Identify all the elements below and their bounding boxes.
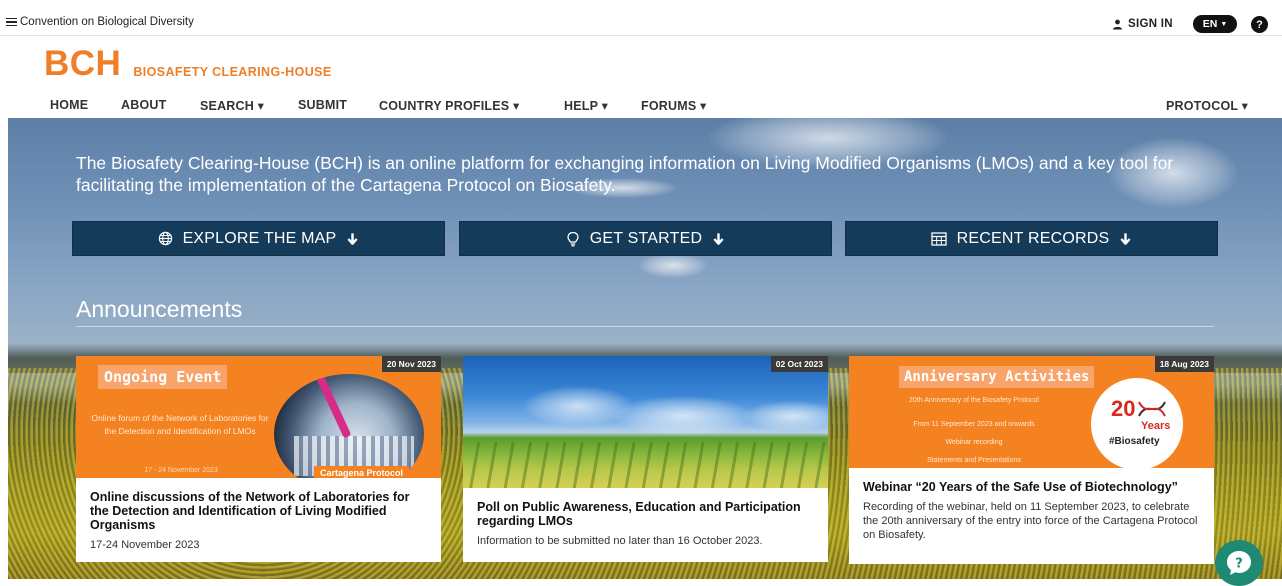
sign-in-label: SIGN IN [1128,18,1173,30]
card-image-line: 20th Anniversary of the Biosafety Protoc… [909,397,1039,404]
language-dropdown[interactable]: EN ▼ [1193,15,1237,33]
nav-home[interactable]: HOME [50,98,88,112]
nav-submit[interactable]: SUBMIT [298,98,347,112]
sign-in-link[interactable]: SIGN IN [1112,18,1173,30]
cloud [743,401,828,431]
nav-about[interactable]: ABOUT [121,98,166,112]
card-image-footer: 17 - 24 November 2023 [144,467,218,474]
top-bar: Convention on Biological Diversity SIGN … [0,0,1282,36]
anniversary-logo: 20 Years #Biosafety [1091,378,1183,468]
main-nav: HOME ABOUT SEARCH ▾ SUBMIT COUNTRY PROFI… [0,94,1282,118]
logo-number: 20 [1111,396,1136,421]
card-date: 02 Oct 2023 [770,356,828,372]
nav-help[interactable]: HELP ▾ [564,98,608,113]
logo-years: Years [1141,420,1171,432]
card-date: 18 Aug 2023 [1154,356,1214,372]
card-image-line: From 11 September 2023 and onwards [913,421,1035,428]
announcements-divider [76,326,1214,327]
hamburger-icon [6,17,17,27]
card-title[interactable]: Poll on Public Awareness, Education and … [477,500,814,528]
user-icon [1112,19,1123,30]
hero-intro: The Biosafety Clearing-House (BCH) is an… [76,153,1174,195]
help-label: ? [1256,18,1263,31]
lightbulb-icon [567,231,579,246]
globe-icon [158,231,172,246]
cloud [613,396,753,436]
arrow-down-icon [1120,232,1131,245]
table-icon [930,231,947,246]
announcement-card-1[interactable]: Ongoing Event Online forum of the Networ… [76,356,441,562]
site-logo[interactable]: BCH BIOSAFETY CLEARING-HOUSE [44,46,332,82]
chat-help-button[interactable]: ? [1215,540,1263,586]
caret-down-icon: ▼ [1220,20,1228,28]
card-text: 17-24 November 2023 [90,539,200,551]
chat-question-icon: ? [1227,551,1251,575]
arrow-down-icon [713,232,724,245]
arrow-down-icon [347,232,358,245]
logo-bch: BCH [44,44,122,83]
nav-forums[interactable]: FORUMS ▾ [641,98,707,113]
ongoing-event-badge: Ongoing Event [98,365,228,389]
nav-search[interactable]: SEARCH ▾ [200,98,264,113]
cbd-menu-link[interactable]: Convention on Biological Diversity [6,16,194,28]
card-title[interactable]: Online discussions of the Network of Lab… [90,490,427,532]
lab-photo [274,374,424,478]
svg-text:?: ? [1235,557,1243,572]
cartagena-label: Cartagena Protocol [314,466,410,478]
card-image-anniversary[interactable]: Anniversary Activities 20th Anniversary … [849,356,1214,468]
card-image-line: Statements and Presentations [927,457,1021,464]
get-started-label: GET STARTED [589,229,703,247]
explore-map-button[interactable]: EXPLORE THE MAP [72,221,445,256]
announcement-card-3[interactable]: Anniversary Activities 20th Anniversary … [849,356,1214,564]
explore-map-label: EXPLORE THE MAP [182,229,337,247]
card-text: Information to be submitted no later tha… [477,535,763,547]
card-text: Recording of the webinar, held on 11 Sep… [863,501,1198,541]
card-image-line: Webinar recording [945,439,1003,446]
card-title[interactable]: Webinar “20 Years of the Safe Use of Bio… [863,480,1200,494]
anniversary-badge: Anniversary Activities [899,366,1095,388]
cbd-label: Convention on Biological Diversity [20,16,194,28]
announcements-heading: Announcements [76,296,243,322]
get-started-button[interactable]: GET STARTED [459,221,832,256]
card-image-text: Online forum of the Network of Laborator… [91,413,269,436]
card-image-wheat-field[interactable]: 02 Oct 2023 [463,356,828,488]
field-rows [463,442,828,488]
language-label: EN [1202,18,1218,30]
card-date: 20 Nov 2023 [381,356,441,372]
nav-protocol[interactable]: PROTOCOL ▾ [1166,98,1248,113]
recent-records-label: RECENT RECORDS [956,229,1110,247]
cloud [638,253,708,278]
nav-country-profiles[interactable]: COUNTRY PROFILES ▾ [379,98,519,113]
help-button[interactable]: ? [1251,16,1268,33]
dna-icon [1138,401,1166,417]
announcement-card-2[interactable]: 02 Oct 2023 Poll on Public Awareness, Ed… [463,356,828,562]
logo-subtitle: BIOSAFETY CLEARING-HOUSE [133,65,332,79]
recent-records-button[interactable]: RECENT RECORDS [845,221,1218,256]
logo-hashtag: #Biosafety [1109,436,1160,447]
card-image-ongoing-event[interactable]: Ongoing Event Online forum of the Networ… [76,356,441,478]
